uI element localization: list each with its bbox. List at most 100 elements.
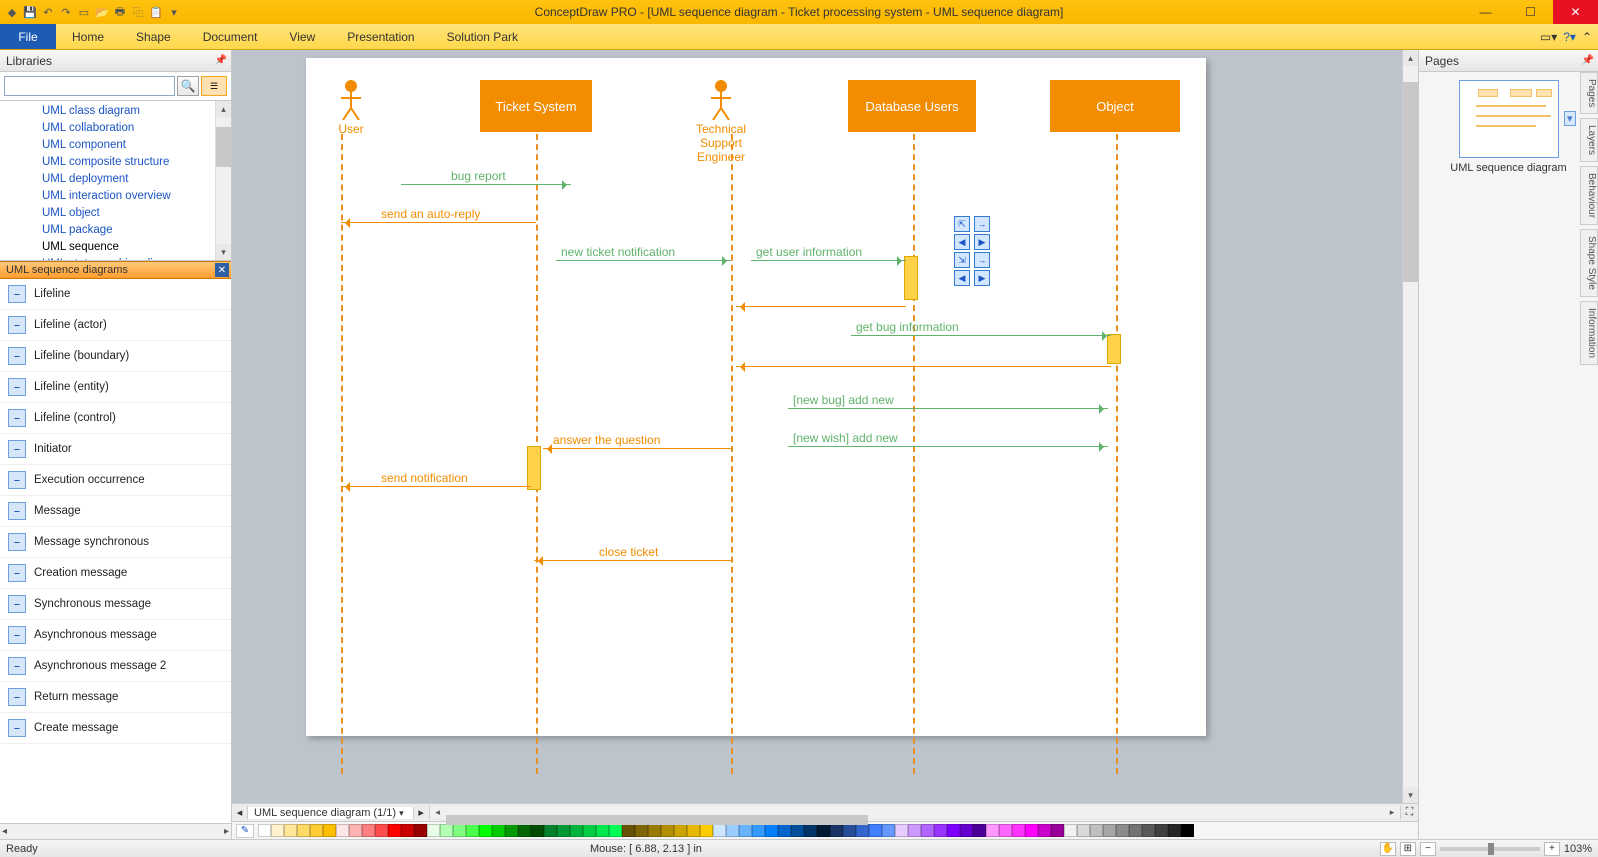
page-tab[interactable]: UML sequence diagram (1/1)▾ <box>248 807 414 819</box>
file-tab[interactable]: File <box>0 24 56 49</box>
shape-item[interactable]: ⎯Asynchronous message <box>0 620 231 651</box>
collapse-ribbon-icon[interactable]: ⌃ <box>1582 30 1592 44</box>
eyedropper-icon[interactable]: ✎ <box>236 824 254 838</box>
color-swatch[interactable] <box>1103 824 1116 837</box>
execution-occurrence[interactable] <box>527 446 541 490</box>
shape-item[interactable]: ⎯Execution occurrence <box>0 465 231 496</box>
maximize-button[interactable]: ☐ <box>1508 0 1553 24</box>
color-swatch[interactable] <box>1181 824 1194 837</box>
message-arrow[interactable] <box>788 408 1108 409</box>
library-view-toggle[interactable]: ☰ <box>201 76 227 96</box>
zoom-slider[interactable] <box>1440 847 1540 851</box>
ribbon-tab-document[interactable]: Document <box>187 24 274 49</box>
color-swatch[interactable] <box>752 824 765 837</box>
scroll-up-icon[interactable]: ▴ <box>216 101 231 117</box>
window-switch-icon[interactable]: ▭▾ <box>1540 30 1557 44</box>
color-swatch[interactable] <box>817 824 830 837</box>
color-swatch[interactable] <box>1129 824 1142 837</box>
side-tab[interactable]: Layers <box>1580 118 1598 162</box>
color-swatch[interactable] <box>1025 824 1038 837</box>
color-swatch[interactable] <box>388 824 401 837</box>
color-swatch[interactable] <box>843 824 856 837</box>
side-tab[interactable]: Pages <box>1580 72 1598 114</box>
color-swatch[interactable] <box>765 824 778 837</box>
fullscreen-icon[interactable]: ⛶ <box>1400 806 1418 819</box>
tree-item[interactable]: UML interaction overview <box>42 188 231 205</box>
color-swatch[interactable] <box>1051 824 1064 837</box>
library-search-input[interactable] <box>4 76 175 96</box>
message-arrow[interactable] <box>788 446 1108 447</box>
message-arrow[interactable] <box>543 448 731 449</box>
color-swatch[interactable] <box>518 824 531 837</box>
ribbon-tab-view[interactable]: View <box>273 24 331 49</box>
lifeline-object[interactable]: Database Users <box>848 80 976 132</box>
handle-icon[interactable]: ◀ <box>954 234 970 250</box>
color-swatch[interactable] <box>739 824 752 837</box>
active-library-tab[interactable]: UML sequence diagrams ✕ <box>0 261 231 279</box>
minimize-button[interactable]: — <box>1463 0 1508 24</box>
color-swatch[interactable] <box>713 824 726 837</box>
color-swatch[interactable] <box>661 824 674 837</box>
scroll-down-icon[interactable]: ▾ <box>1403 787 1418 803</box>
side-tab[interactable]: Behaviour <box>1580 166 1598 225</box>
color-swatch[interactable] <box>271 824 284 837</box>
color-swatch[interactable] <box>310 824 323 837</box>
color-swatch[interactable] <box>1038 824 1051 837</box>
color-swatch[interactable] <box>1090 824 1103 837</box>
tab-nav-next[interactable]: ▸ <box>414 806 430 819</box>
color-swatch[interactable] <box>596 824 609 837</box>
color-swatch[interactable] <box>440 824 453 837</box>
color-swatch[interactable] <box>726 824 739 837</box>
color-swatch[interactable] <box>401 824 414 837</box>
zoom-in-icon[interactable]: + <box>1544 842 1560 856</box>
color-swatch[interactable] <box>895 824 908 837</box>
color-swatch[interactable] <box>700 824 713 837</box>
handle-icon[interactable]: ◀ <box>954 270 970 286</box>
side-tab[interactable]: Shape Style <box>1580 229 1598 297</box>
message-arrow[interactable] <box>751 260 906 261</box>
qat-save-icon[interactable]: 💾 <box>22 4 38 20</box>
color-swatch[interactable] <box>999 824 1012 837</box>
message-arrow[interactable] <box>534 560 731 561</box>
ribbon-tab-shape[interactable]: Shape <box>120 24 187 49</box>
tab-nav-prev[interactable]: ◂ <box>232 806 248 819</box>
color-swatch[interactable] <box>856 824 869 837</box>
tree-scrollbar[interactable]: ▴ ▾ <box>215 101 231 260</box>
shape-item[interactable]: ⎯Lifeline (control) <box>0 403 231 434</box>
hscroll-left-icon[interactable]: ◂ <box>430 807 446 818</box>
close-button[interactable]: ✕ <box>1553 0 1598 24</box>
color-swatch[interactable] <box>349 824 362 837</box>
color-swatch[interactable] <box>1168 824 1181 837</box>
handle-icon[interactable]: → <box>974 216 990 232</box>
tree-item[interactable]: UML deployment <box>42 171 231 188</box>
color-swatch[interactable] <box>973 824 986 837</box>
color-swatch[interactable] <box>323 824 336 837</box>
color-swatch[interactable] <box>1064 824 1077 837</box>
scroll-down-icon[interactable]: ▾ <box>216 244 231 260</box>
close-library-icon[interactable]: ✕ <box>215 263 229 277</box>
color-swatch[interactable] <box>427 824 440 837</box>
shape-item[interactable]: ⎯Synchronous message <box>0 589 231 620</box>
hand-icon[interactable]: ✋ <box>1380 842 1396 856</box>
shape-item[interactable]: ⎯Message <box>0 496 231 527</box>
zoom-out-icon[interactable]: − <box>1420 842 1436 856</box>
handle-icon[interactable]: ⇱ <box>954 216 970 232</box>
app-icon[interactable]: ◆ <box>4 4 20 20</box>
qat-copy-icon[interactable]: ⿻ <box>130 4 146 20</box>
color-swatch[interactable] <box>908 824 921 837</box>
color-swatch[interactable] <box>297 824 310 837</box>
drawing-page[interactable]: UserTechnical SupportEngineerTicket Syst… <box>306 58 1206 736</box>
page-thumbnail[interactable] <box>1459 80 1559 158</box>
shape-item[interactable]: ⎯Asynchronous message 2 <box>0 651 231 682</box>
page-tab-dropdown-icon[interactable]: ▾ <box>396 808 407 818</box>
shape-item[interactable]: ⎯Lifeline (entity) <box>0 372 231 403</box>
color-swatch[interactable] <box>284 824 297 837</box>
tree-item[interactable]: UML collaboration <box>42 120 231 137</box>
ribbon-tab-home[interactable]: Home <box>56 24 120 49</box>
color-swatch[interactable] <box>1155 824 1168 837</box>
color-swatch[interactable] <box>609 824 622 837</box>
snap-icon[interactable]: ⊞ <box>1400 842 1416 856</box>
message-arrow[interactable] <box>556 260 731 261</box>
pin-icon[interactable]: 📌 <box>215 55 227 66</box>
color-swatch[interactable] <box>1077 824 1090 837</box>
